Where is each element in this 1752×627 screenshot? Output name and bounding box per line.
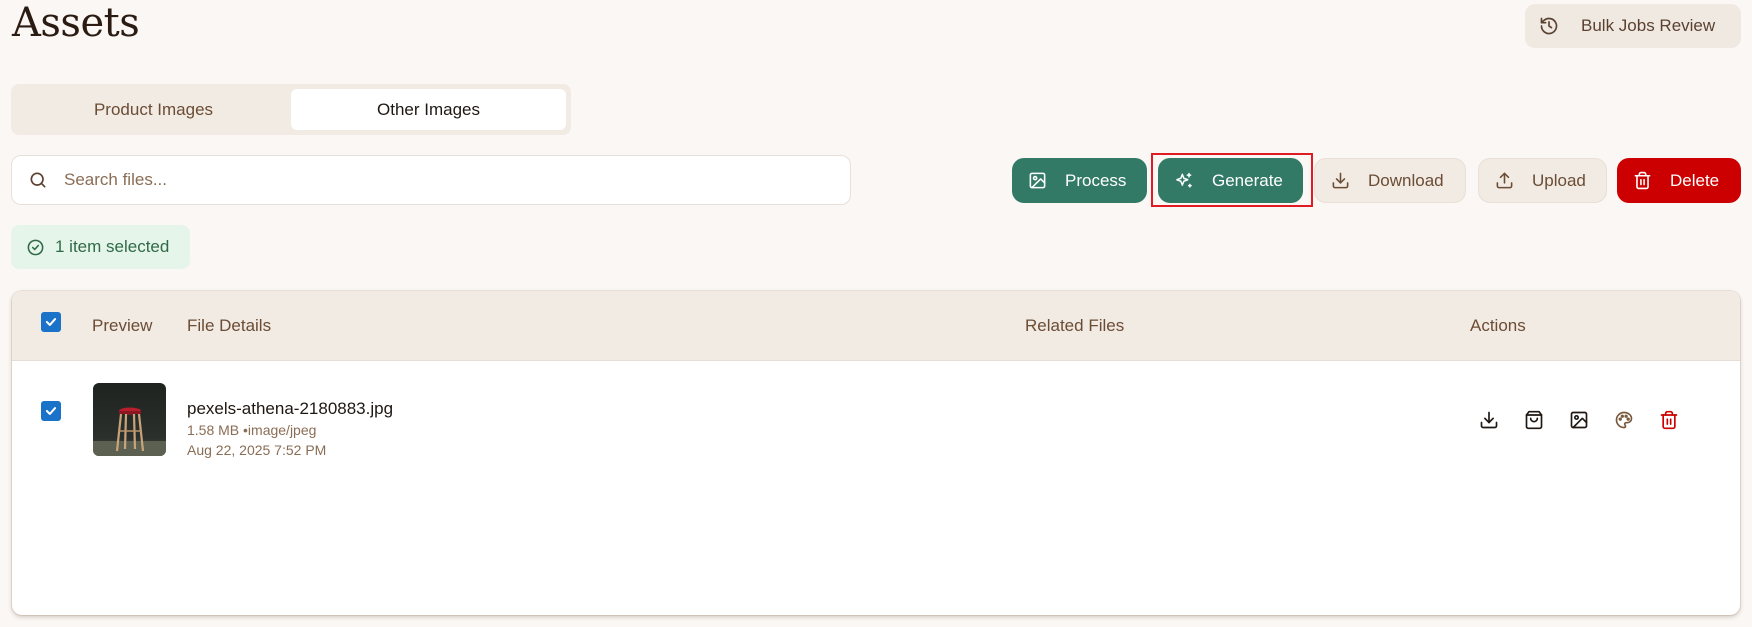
column-header-preview: Preview: [92, 316, 153, 335]
table-row[interactable]: pexels-athena-2180883.jpg 1.58 MB •image…: [12, 361, 1740, 479]
search-bar: [11, 155, 851, 205]
file-date: Aug 22, 2025 7:52 PM: [187, 442, 327, 458]
tab-other-images[interactable]: Other Images: [291, 89, 566, 130]
generate-label: Generate: [1212, 170, 1283, 190]
file-meta: 1.58 MB •image/jpeg: [187, 422, 317, 438]
image-icon: [1028, 171, 1047, 190]
download-label: Download: [1368, 170, 1444, 190]
sparkles-icon: [1174, 171, 1194, 191]
column-header-file-details: File Details: [187, 316, 272, 335]
download-icon: [1331, 171, 1350, 190]
generate-button[interactable]: Generate: [1158, 158, 1303, 203]
select-all-checkbox[interactable]: [41, 312, 61, 332]
bulk-jobs-review-label: Bulk Jobs Review: [1581, 16, 1716, 35]
row-trash-icon[interactable]: [1657, 408, 1681, 432]
history-icon: [1539, 16, 1559, 36]
selection-status-badge: 1 item selected: [11, 225, 190, 269]
image-type-tabs: Product Images Other Images: [11, 84, 571, 135]
process-button[interactable]: Process: [1012, 158, 1147, 203]
file-thumbnail[interactable]: [93, 383, 166, 456]
row-image-icon[interactable]: [1567, 408, 1591, 432]
file-name: pexels-athena-2180883.jpg: [187, 399, 394, 418]
upload-icon: [1495, 171, 1514, 190]
selection-status-text: 1 item selected: [55, 237, 170, 256]
search-icon: [28, 170, 48, 190]
select-all-checkbox-cell: [41, 291, 61, 361]
upload-button[interactable]: Upload: [1478, 158, 1607, 203]
search-input[interactable]: [64, 170, 824, 190]
download-button[interactable]: Download: [1314, 158, 1466, 203]
column-header-related-files: Related Files: [1025, 316, 1125, 335]
process-label: Process: [1065, 170, 1127, 190]
table-header: Preview File Details Related Files Actio…: [12, 291, 1740, 361]
page-title: Assets: [12, 0, 140, 46]
trash-icon: [1633, 171, 1652, 190]
check-circle-icon: [26, 238, 45, 257]
column-header-actions: Actions: [1470, 316, 1526, 335]
tab-product-images[interactable]: Product Images: [16, 89, 291, 130]
row-download-icon[interactable]: [1477, 408, 1501, 432]
files-table: Preview File Details Related Files Actio…: [12, 291, 1740, 615]
delete-label: Delete: [1670, 170, 1720, 190]
row-checkbox[interactable]: [41, 401, 61, 421]
delete-button[interactable]: Delete: [1617, 158, 1741, 203]
upload-label: Upload: [1532, 170, 1586, 190]
palette-icon[interactable]: [1612, 408, 1636, 432]
bulk-jobs-review-button[interactable]: Bulk Jobs Review: [1525, 4, 1741, 48]
shopping-bag-icon[interactable]: [1522, 408, 1546, 432]
